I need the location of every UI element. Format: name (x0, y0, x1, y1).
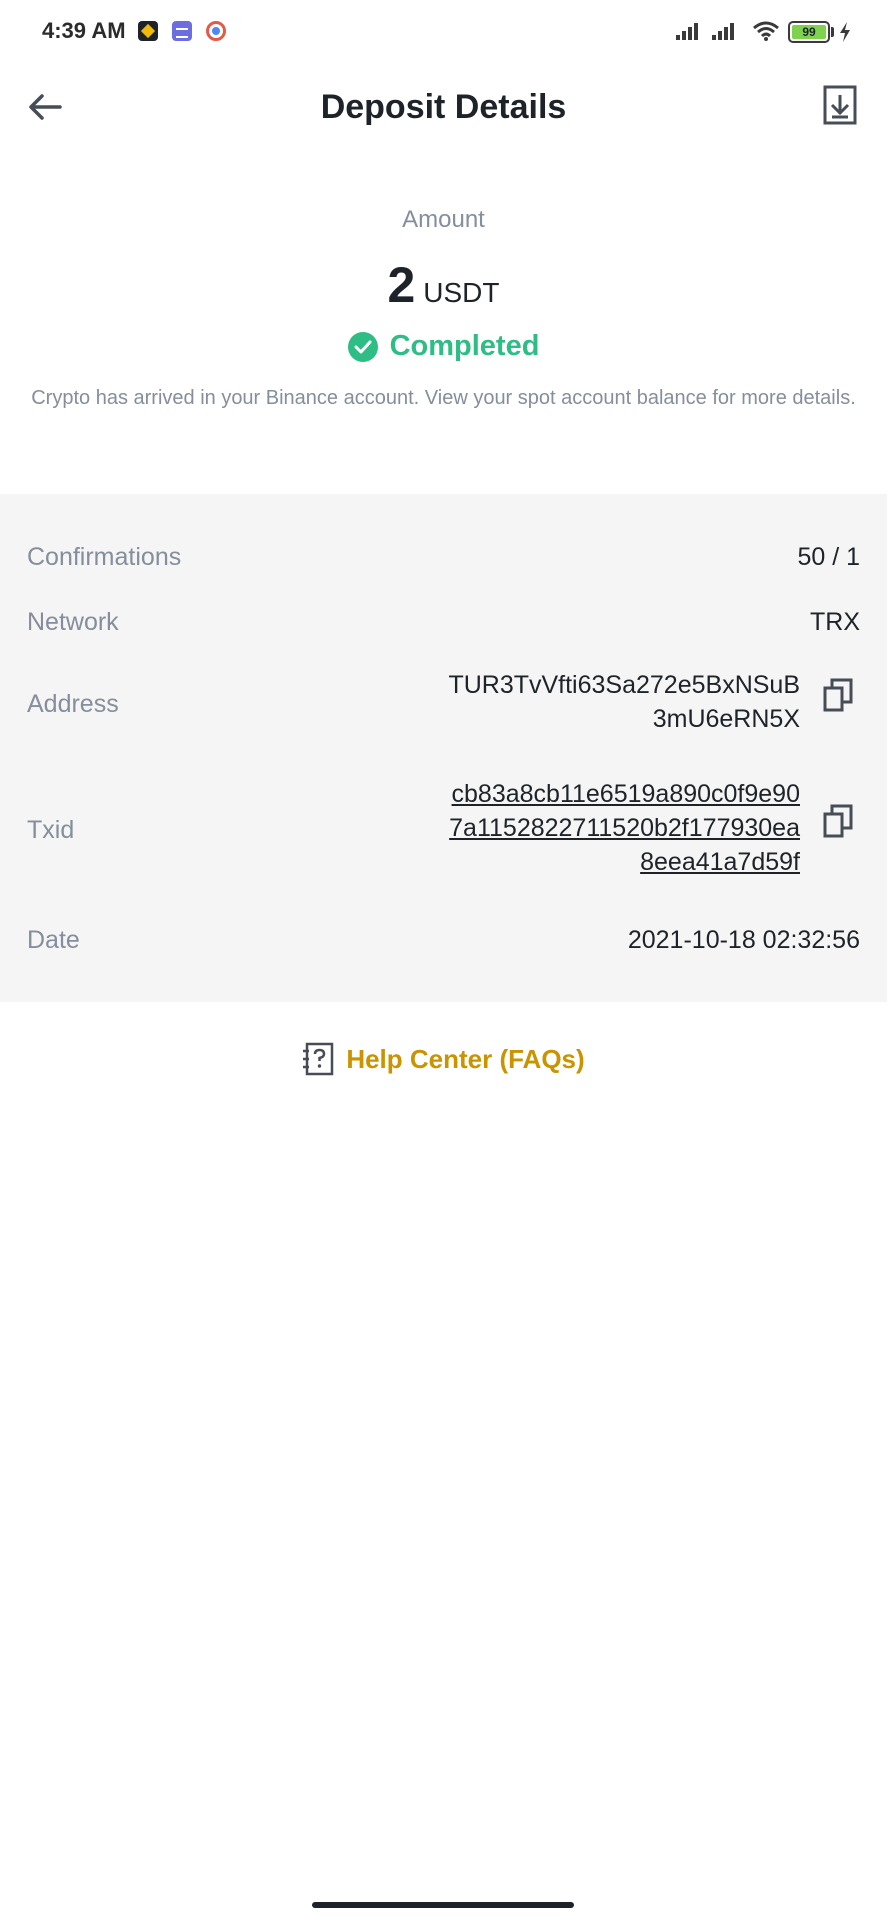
txid-label: Txid (27, 816, 75, 844)
deposit-details-screen: 4:39 AM 99 Deposit Details Amount 2 USDT… (0, 0, 887, 1920)
date-label: Date (27, 926, 80, 954)
amount-row: 2 USDT (0, 256, 887, 314)
charging-icon (840, 22, 850, 42)
help-center-link[interactable]: Help Center (FAQs) (0, 1042, 887, 1076)
status-text: Completed (389, 330, 540, 362)
txid-line: 8eea41a7d59f (640, 848, 800, 876)
confirmations-value: 50 / 1 (797, 543, 860, 571)
status-bar: 4:39 AM 99 (0, 0, 887, 64)
confirmations-label: Confirmations (27, 543, 182, 571)
txid-line: 7a1152822711520b2f177930ea (449, 814, 800, 842)
status-time: 4:39 AM (42, 18, 126, 43)
status-row: Completed (0, 330, 887, 363)
battery-tip (831, 27, 834, 37)
check-circle-icon (347, 331, 378, 362)
amount-value: 2 (387, 257, 416, 313)
txid-link[interactable]: cb83a8cb11e6519a890c0f9e90 7a11528227115… (449, 777, 800, 879)
date-value: 2021-10-18 02:32:56 (627, 926, 860, 954)
download-button[interactable] (817, 82, 863, 128)
txid-line: cb83a8cb11e6519a890c0f9e90 (451, 780, 800, 808)
battery-icon: 99 (788, 21, 830, 43)
amount-label: Amount (402, 206, 485, 233)
copy-address-button[interactable] (823, 678, 853, 712)
signal-icon (712, 22, 740, 40)
amount-unit: USDT (423, 277, 500, 308)
download-icon (823, 85, 857, 125)
network-label: Network (27, 608, 119, 636)
signal-icon (676, 22, 704, 40)
binance-icon (138, 21, 158, 41)
wifi-icon (753, 21, 779, 41)
address-line: TUR3TvVfti63Sa272e5BxNSuB (448, 671, 800, 699)
help-center-label: Help Center (FAQs) (346, 1043, 585, 1074)
address-line: 3mU6eRN5X (652, 705, 800, 733)
network-value: TRX (810, 608, 860, 636)
help-document-icon (303, 1042, 334, 1076)
battery-level: 99 (792, 25, 826, 39)
chrome-icon (206, 21, 226, 41)
address-value: TUR3TvVfti63Sa272e5BxNSuB 3mU6eRN5X (448, 668, 800, 736)
address-label: Address (27, 690, 119, 718)
details-panel: Confirmations 50 / 1 Network TRX Address… (0, 494, 887, 1002)
copy-txid-button[interactable] (823, 804, 853, 838)
page-title: Deposit Details (320, 88, 567, 126)
header: Deposit Details (0, 64, 887, 154)
status-description: Crypto has arrived in your Binance accou… (31, 387, 856, 409)
app-icon (172, 21, 192, 41)
home-indicator[interactable] (312, 1902, 574, 1908)
